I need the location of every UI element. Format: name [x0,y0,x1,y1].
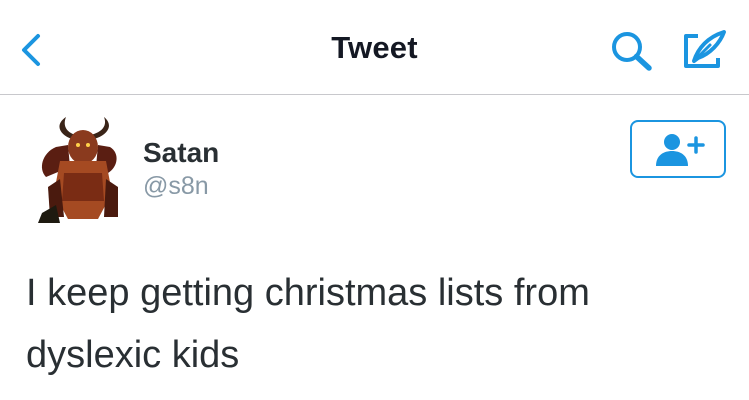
avatar[interactable] [34,117,124,223]
compose-tweet-icon [684,30,726,68]
follow-button[interactable] [630,120,726,178]
nav-bar: Tweet [0,0,749,95]
add-user-icon [656,134,705,166]
compose-tweet-button[interactable] [680,28,728,72]
tweet-text: I keep getting christmas lists from dysl… [26,272,590,376]
search-button[interactable] [609,30,655,72]
search-icon [612,32,652,71]
username[interactable]: @s8n [143,172,209,201]
display-name[interactable]: Satan [143,137,219,169]
